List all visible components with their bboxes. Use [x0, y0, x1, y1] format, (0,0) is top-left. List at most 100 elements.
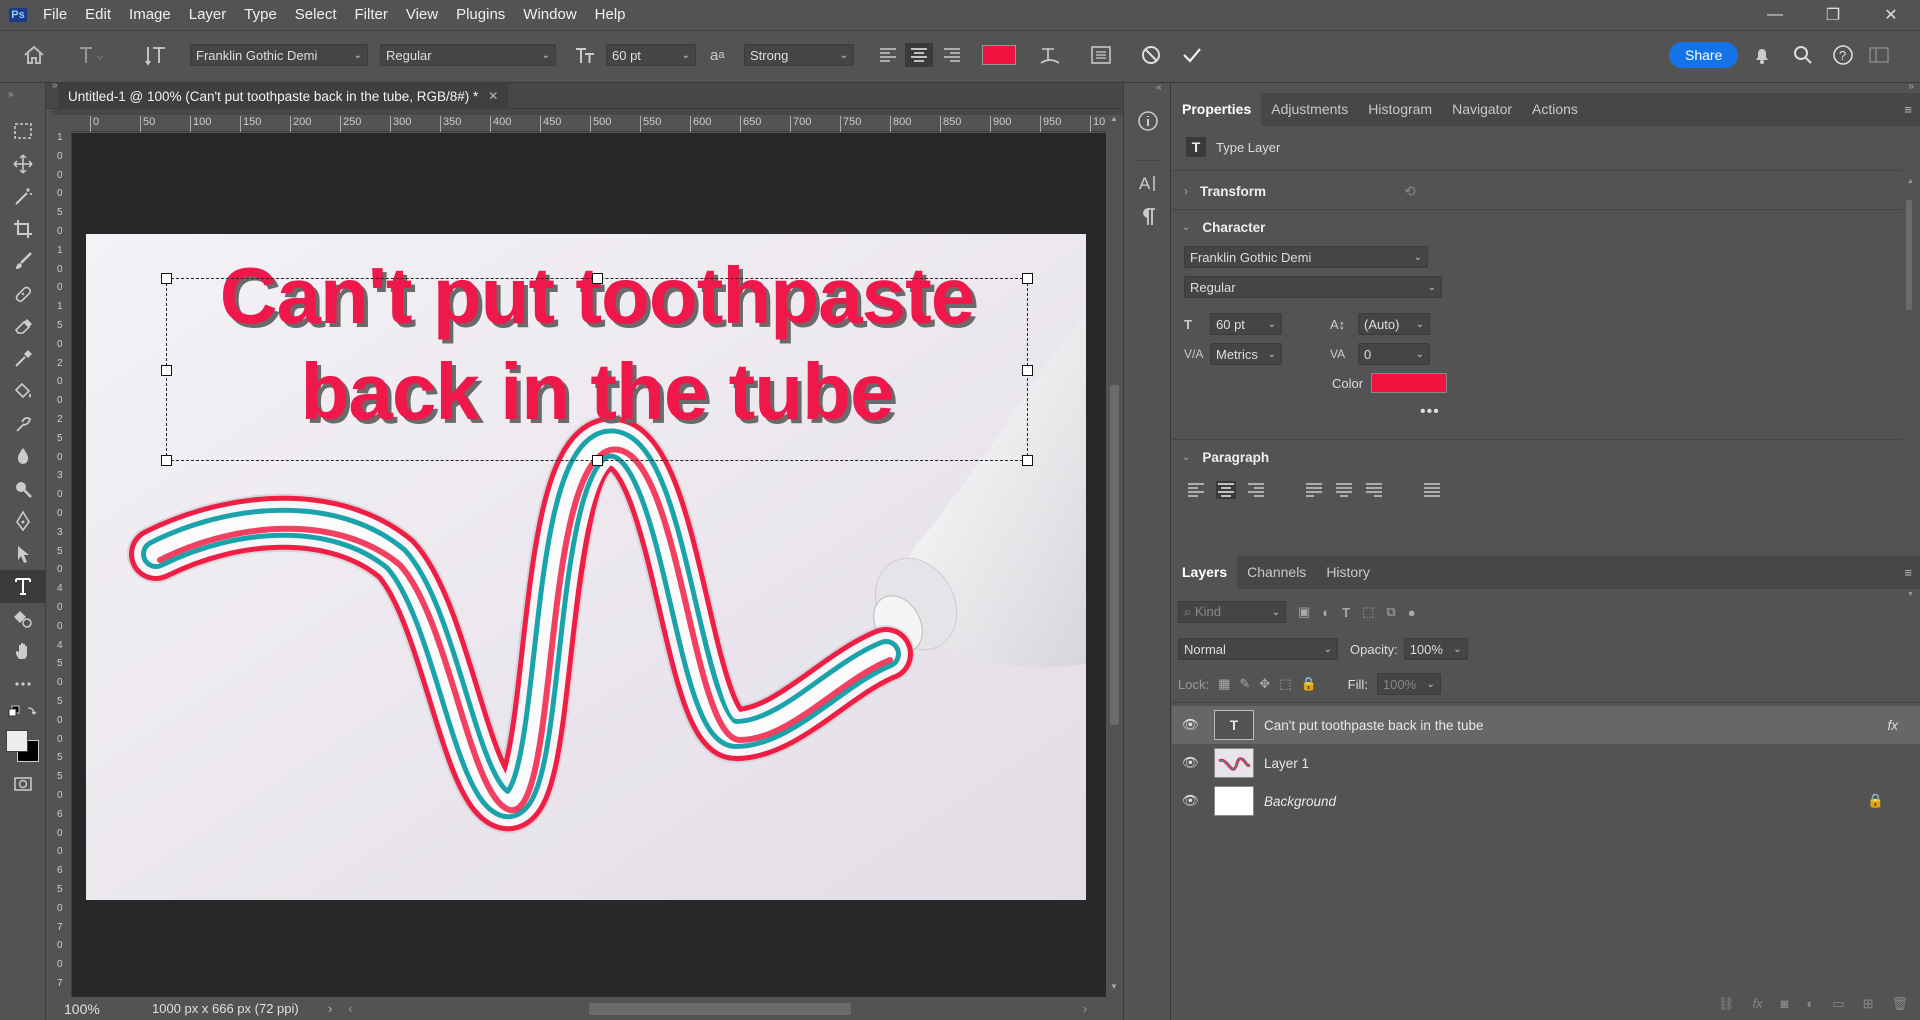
leading-dropdown[interactable]: (Auto) ⌄: [1358, 313, 1430, 335]
scroll-thumb[interactable]: [1110, 385, 1119, 725]
antialias-dropdown[interactable]: Strong ⌄: [744, 44, 854, 66]
expand-icon[interactable]: »: [1908, 81, 1914, 92]
font-size-dropdown[interactable]: 60 pt ⌄: [606, 44, 696, 66]
justify-right-icon[interactable]: [1364, 481, 1384, 499]
add-style-icon[interactable]: fx: [1752, 996, 1762, 1011]
fill-input[interactable]: 100% ⌄: [1376, 673, 1441, 695]
collapse-icon[interactable]: «: [1156, 82, 1162, 93]
vertical-scrollbar[interactable]: ▲ ▼: [1106, 114, 1123, 997]
pen-tool-icon[interactable]: [0, 505, 46, 538]
tab-adjustments[interactable]: Adjustments: [1261, 93, 1358, 126]
paint-bucket-tool-icon[interactable]: [0, 375, 46, 408]
character-style-dropdown[interactable]: Regular ⌄: [1184, 276, 1442, 298]
filter-adjustment-icon[interactable]: ◐: [1322, 605, 1330, 620]
lock-all-icon[interactable]: 🔒: [1300, 676, 1316, 692]
smudge-tool-icon[interactable]: [0, 408, 46, 441]
tab-layers[interactable]: Layers: [1172, 556, 1238, 589]
panel-menu-icon[interactable]: ≡: [1904, 102, 1912, 117]
menu-help[interactable]: Help: [586, 0, 635, 30]
type-tool-preset-icon[interactable]: [76, 43, 106, 67]
text-bounding-box[interactable]: [161, 273, 1033, 466]
align-center-icon[interactable]: [905, 43, 933, 67]
scroll-down-icon[interactable]: ▼: [1110, 982, 1118, 991]
tab-histogram[interactable]: Histogram: [1358, 93, 1442, 126]
blur-tool-icon[interactable]: [0, 440, 46, 473]
menu-image[interactable]: Image: [120, 0, 180, 30]
paragraph-icon[interactable]: [1137, 206, 1159, 228]
transform-handle[interactable]: [592, 273, 603, 284]
scroll-thumb[interactable]: [1906, 200, 1912, 310]
eraser-tool-icon[interactable]: [0, 310, 46, 343]
menu-file[interactable]: File: [34, 0, 76, 30]
para-align-center-icon[interactable]: [1216, 481, 1236, 499]
document-tab[interactable]: Untitled-1 @ 100% (Can't put toothpaste …: [58, 83, 509, 109]
para-align-left-icon[interactable]: [1186, 481, 1206, 499]
character-color-swatch[interactable]: [1371, 373, 1448, 393]
status-arrow-icon[interactable]: ›: [328, 1001, 332, 1016]
type-tool-icon[interactable]: [0, 570, 46, 603]
transform-section[interactable]: › Transform ⟲: [1172, 179, 1920, 203]
align-right-icon[interactable]: [942, 43, 962, 67]
close-button[interactable]: ✕: [1862, 0, 1920, 30]
search-icon[interactable]: [1792, 43, 1814, 67]
dodge-tool-icon[interactable]: [0, 473, 46, 506]
menu-view[interactable]: View: [397, 0, 447, 30]
healing-brush-tool-icon[interactable]: [0, 278, 46, 311]
para-align-right-icon[interactable]: [1246, 481, 1266, 499]
menu-select[interactable]: Select: [286, 0, 346, 30]
magic-wand-tool-icon[interactable]: [0, 180, 46, 213]
layer-name[interactable]: Layer 1: [1264, 756, 1309, 771]
path-selection-tool-icon[interactable]: [0, 538, 46, 571]
move-tool-icon[interactable]: [0, 148, 46, 181]
brush-tool-icon[interactable]: [0, 245, 46, 278]
filter-shape-icon[interactable]: ⬚: [1362, 604, 1374, 620]
add-mask-icon[interactable]: ◙: [1781, 996, 1789, 1011]
tracking-dropdown[interactable]: 0 ⌄: [1358, 343, 1430, 365]
collapse-icon[interactable]: »: [52, 80, 58, 91]
cancel-icon[interactable]: [1140, 43, 1162, 67]
menu-type[interactable]: Type: [235, 0, 286, 30]
filter-toggle-icon[interactable]: ●: [1408, 605, 1416, 620]
blend-mode-dropdown[interactable]: Normal ⌄: [1178, 638, 1338, 660]
new-layer-icon[interactable]: ⊞: [1863, 996, 1874, 1012]
layer-row-layer1[interactable]: 👁 Layer 1: [1172, 744, 1920, 782]
reset-icon[interactable]: ⟲: [1404, 183, 1416, 200]
lock-artboard-icon[interactable]: ⬚: [1279, 676, 1291, 692]
quick-mask-icon[interactable]: [0, 768, 46, 801]
lock-transparent-icon[interactable]: ▦: [1218, 676, 1230, 692]
menu-window[interactable]: Window: [514, 0, 585, 30]
fx-icon[interactable]: fx: [1887, 718, 1898, 733]
info-icon[interactable]: [1137, 110, 1159, 132]
font-style-dropdown[interactable]: Regular ⌄: [380, 44, 556, 66]
help-icon[interactable]: ?: [1832, 43, 1854, 67]
visibility-eye-icon[interactable]: 👁: [1182, 755, 1202, 771]
justify-center-icon[interactable]: [1334, 481, 1354, 499]
filter-type-icon[interactable]: T: [1342, 605, 1350, 620]
panel-menu-icon[interactable]: ≡: [1904, 565, 1912, 580]
shape-tool-icon[interactable]: [0, 603, 46, 636]
crop-tool-icon[interactable]: [0, 213, 46, 246]
text-orientation-icon[interactable]: [145, 43, 169, 67]
properties-scrollbar[interactable]: ▲ ▼: [1904, 178, 1914, 598]
justify-all-icon[interactable]: [1422, 481, 1442, 499]
new-group-icon[interactable]: ▭: [1832, 996, 1844, 1012]
transform-handle[interactable]: [1022, 273, 1033, 284]
more-options-icon[interactable]: •••: [1420, 403, 1440, 421]
menu-filter[interactable]: Filter: [346, 0, 397, 30]
kerning-dropdown[interactable]: Metrics ⌄: [1210, 343, 1282, 365]
filter-smart-icon[interactable]: ⧉: [1386, 604, 1395, 620]
paragraph-section[interactable]: ⌄ Paragraph: [1172, 445, 1920, 469]
bell-icon[interactable]: [1751, 43, 1773, 67]
zoom-level[interactable]: 100%: [64, 1001, 134, 1017]
justify-left-icon[interactable]: [1304, 481, 1324, 499]
transform-handle[interactable]: [592, 455, 603, 466]
opacity-input[interactable]: 100% ⌄: [1403, 638, 1468, 660]
horizontal-scroll-thumb[interactable]: [588, 1002, 851, 1015]
new-adjustment-icon[interactable]: ◐: [1806, 996, 1814, 1011]
layer-name[interactable]: Background: [1264, 794, 1336, 809]
text-color-swatch[interactable]: [982, 43, 1016, 67]
tab-actions[interactable]: Actions: [1522, 93, 1588, 126]
scroll-up-icon[interactable]: ▲: [1110, 114, 1118, 123]
character-icon[interactable]: A: [1137, 172, 1159, 194]
visibility-eye-icon[interactable]: 👁: [1182, 717, 1202, 733]
